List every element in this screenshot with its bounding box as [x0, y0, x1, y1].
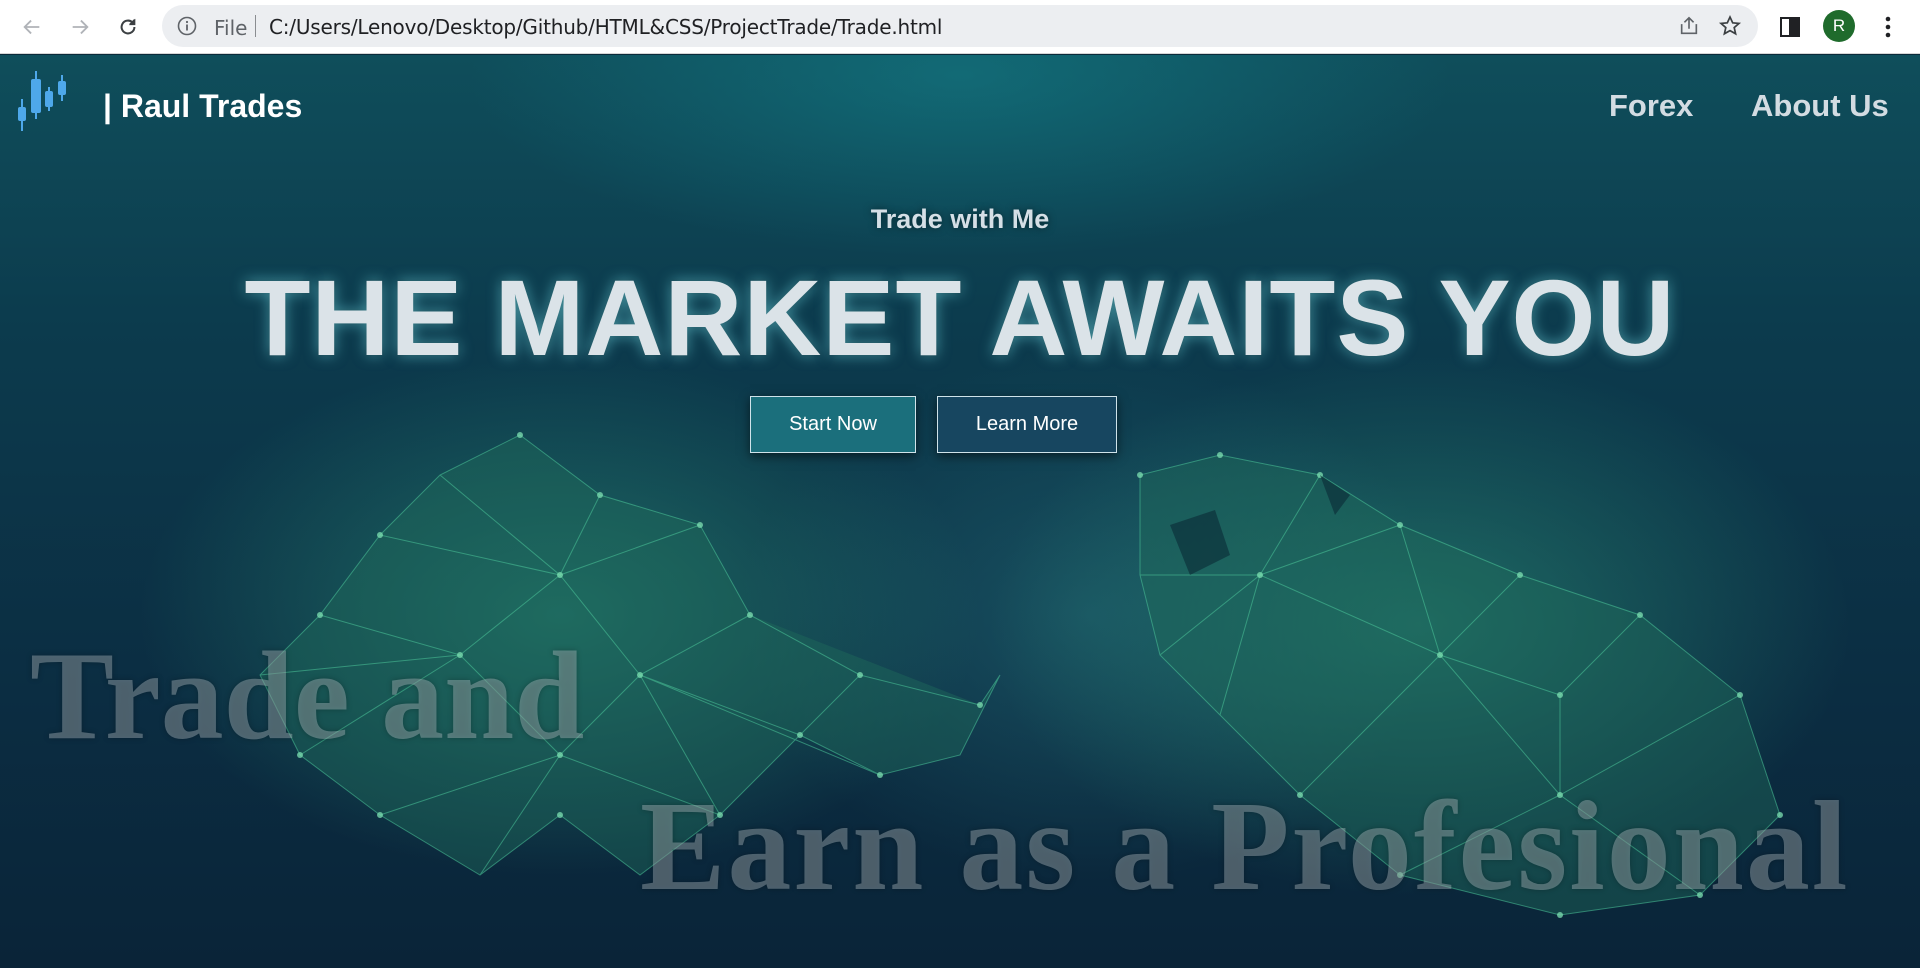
scheme-divider [255, 15, 256, 37]
url-text[interactable]: C:/Users/Lenovo/Desktop/Github/HTML&CSS/… [269, 15, 942, 39]
bookmark-star-icon[interactable] [1718, 14, 1742, 38]
back-arrow-icon [23, 19, 40, 35]
background-tagline-line-2: Earn as a Profesional [640, 775, 1850, 917]
share-icon[interactable] [1678, 15, 1700, 37]
profile-avatar[interactable]: R [1823, 10, 1855, 42]
scheme-label: File [214, 16, 248, 40]
hero-kicker: Trade with Me [870, 204, 1050, 234]
forward-button[interactable] [66, 13, 94, 41]
forward-arrow-icon [72, 19, 89, 35]
hero-headline: THE MARKET AWAITS YOU [244, 257, 1676, 378]
learn-more-button[interactable]: Learn More [937, 396, 1117, 453]
info-icon[interactable] [177, 16, 197, 36]
brand-name[interactable]: | Raul Trades [103, 88, 302, 125]
back-button[interactable] [18, 13, 46, 41]
kebab-menu-icon[interactable] [1878, 13, 1898, 41]
background-tagline-line-1: Trade and [30, 627, 585, 766]
candlestick-logo [18, 71, 66, 131]
nav-forex-link[interactable]: Forex [1609, 88, 1693, 124]
address-bar[interactable]: File C:/Users/Lenovo/Desktop/Github/HTML… [162, 5, 1758, 47]
reload-button[interactable] [114, 13, 142, 41]
start-now-button[interactable]: Start Now [750, 396, 916, 453]
browser-toolbar: File C:/Users/Lenovo/Desktop/Github/HTML… [0, 0, 1920, 54]
side-panel-icon[interactable] [1778, 15, 1802, 39]
reload-icon [120, 18, 136, 35]
hero-section: | Raul Trades Forex About Us Trade with … [0, 55, 1920, 968]
nav-about-us-link[interactable]: About Us [1751, 88, 1889, 124]
